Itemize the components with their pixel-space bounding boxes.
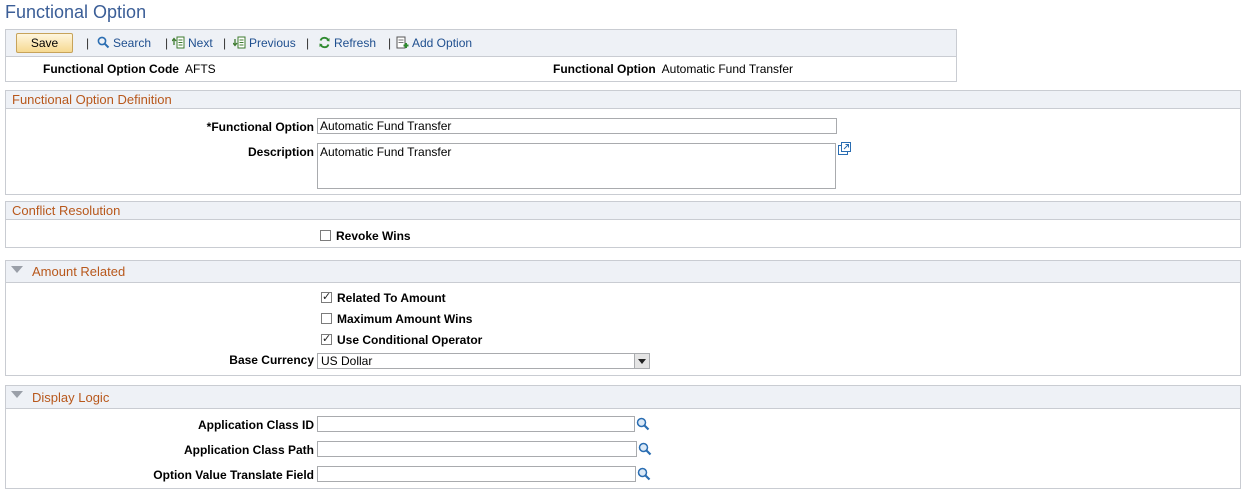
- toolbar-separator: |: [306, 36, 310, 50]
- amount-section: Amount Related Related To Amount Maximum…: [5, 260, 1241, 376]
- related-to-amount-checkbox[interactable]: [321, 290, 332, 303]
- add-option-button[interactable]: Add Option: [396, 36, 472, 50]
- next-icon: [172, 36, 185, 49]
- refresh-label: Refresh: [334, 36, 377, 50]
- description-label: Description: [247, 145, 314, 159]
- next-button[interactable]: Next: [172, 36, 213, 50]
- lookup-search-icon[interactable]: [637, 467, 651, 481]
- use-conditional-operator-checkbox[interactable]: [321, 332, 332, 345]
- lookup-search-icon[interactable]: [636, 417, 650, 431]
- option-value-translate-field-input[interactable]: [317, 466, 636, 482]
- add-option-label: Add Option: [412, 36, 473, 50]
- functional-option-input[interactable]: Automatic Fund Transfer: [317, 118, 837, 134]
- page-header-box: Save | Search | Next | Previous | Refres…: [5, 29, 957, 82]
- display-logic-section-title: Display Logic: [32, 390, 110, 405]
- option-value-translate-field-label: Option Value Translate Field: [153, 468, 314, 482]
- toolbar-separator: |: [223, 36, 227, 50]
- maximum-amount-wins-checkbox[interactable]: [321, 313, 332, 324]
- maximum-amount-wins-label: Maximum Amount Wins: [337, 312, 473, 326]
- functional-option-field-label: *Functional Option: [206, 120, 314, 134]
- functional-option-code-label: Functional Option Code: [43, 62, 179, 76]
- next-label: Next: [188, 36, 213, 50]
- revoke-wins-label: Revoke Wins: [336, 229, 411, 243]
- functional-option-code-display: Functional Option Code AFTS: [43, 62, 216, 76]
- application-class-id-input[interactable]: [317, 416, 635, 432]
- description-textarea[interactable]: Automatic Fund Transfer: [317, 143, 836, 189]
- save-button[interactable]: Save: [16, 33, 73, 53]
- base-currency-label: Base Currency: [229, 353, 314, 367]
- application-class-path-label: Application Class Path: [183, 443, 314, 457]
- previous-label: Previous: [249, 36, 296, 50]
- conflict-section-header: Conflict Resolution: [6, 202, 1240, 220]
- functional-option-code-value: AFTS: [184, 62, 216, 76]
- application-class-id-label: Application Class ID: [197, 418, 314, 432]
- collapse-triangle-icon[interactable]: [11, 391, 23, 398]
- previous-button[interactable]: Previous: [233, 36, 296, 50]
- amount-section-title: Amount Related: [32, 264, 126, 279]
- page-title: Functional Option: [5, 2, 147, 22]
- functional-option-display: Functional Option Automatic Fund Transfer: [553, 62, 793, 76]
- search-icon: [97, 36, 110, 49]
- application-class-path-input[interactable]: [317, 441, 637, 457]
- toolbar-separator: |: [86, 36, 90, 50]
- expand-text-icon[interactable]: [838, 142, 851, 155]
- revoke-wins-checkbox[interactable]: [320, 230, 331, 241]
- use-conditional-operator-label: Use Conditional Operator: [337, 333, 483, 347]
- display-logic-section-header[interactable]: Display Logic: [6, 386, 1240, 409]
- refresh-button[interactable]: Refresh: [318, 36, 376, 50]
- previous-icon: [233, 36, 246, 49]
- base-currency-value: US Dollar: [321, 354, 373, 368]
- definition-section-header: Functional Option Definition: [6, 91, 1240, 109]
- base-currency-select[interactable]: US Dollar: [317, 353, 650, 369]
- conflict-section: Conflict Resolution Revoke Wins: [5, 201, 1241, 248]
- chevron-down-icon[interactable]: [634, 354, 649, 368]
- toolbar: Save | Search | Next | Previous | Refres…: [6, 30, 956, 57]
- toolbar-separator: |: [388, 36, 392, 50]
- definition-section: Functional Option Definition *Functional…: [5, 90, 1241, 195]
- add-icon: [396, 36, 409, 49]
- definition-section-title: Functional Option Definition: [12, 92, 172, 107]
- toolbar-separator: |: [165, 36, 169, 50]
- functional-option-value: Automatic Fund Transfer: [661, 62, 794, 76]
- search-button[interactable]: Search: [97, 36, 151, 50]
- related-to-amount-label: Related To Amount: [337, 291, 446, 305]
- amount-section-header[interactable]: Amount Related: [6, 261, 1240, 283]
- functional-option-label: Functional Option: [553, 62, 656, 76]
- lookup-search-icon[interactable]: [638, 442, 652, 456]
- refresh-icon: [319, 36, 330, 49]
- collapse-triangle-icon[interactable]: [11, 266, 23, 273]
- search-label: Search: [113, 36, 152, 50]
- display-logic-section: Display Logic Application Class ID Appli…: [5, 385, 1241, 489]
- conflict-section-title: Conflict Resolution: [12, 203, 121, 218]
